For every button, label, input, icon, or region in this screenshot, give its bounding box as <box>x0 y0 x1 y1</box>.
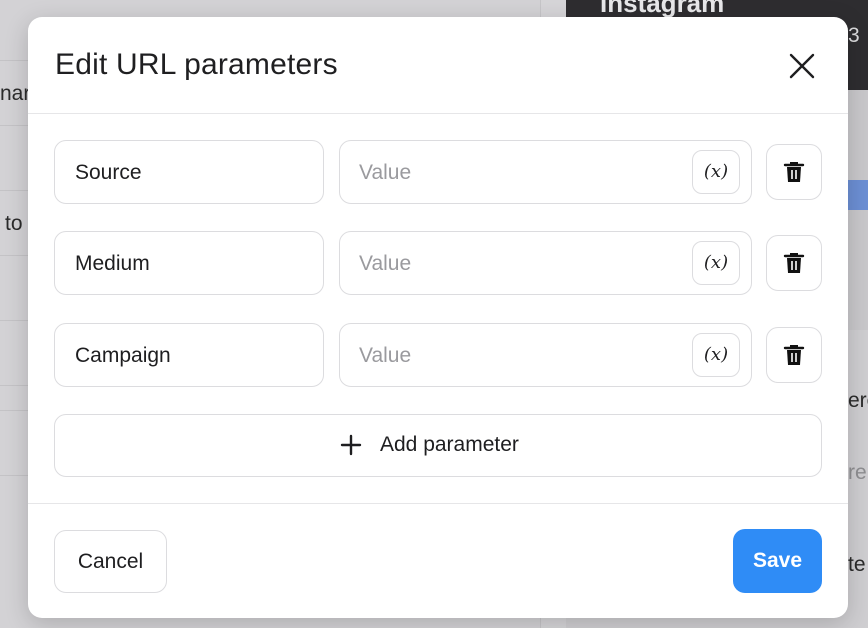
insert-variable-button[interactable]: (x) <box>692 150 740 194</box>
add-parameter-button[interactable]: Add parameter <box>54 414 822 477</box>
add-parameter-content: Add parameter <box>340 433 519 457</box>
edit-url-parameters-dialog: Edit URL parameters Source Value (x) Med… <box>28 17 848 618</box>
delete-parameter-button[interactable] <box>766 144 822 200</box>
parameter-value-input[interactable]: Value (x) <box>339 140 752 204</box>
parameter-name-input[interactable]: Source <box>54 140 324 204</box>
trash-icon <box>783 162 805 182</box>
background-preview-strip <box>846 90 868 330</box>
add-parameter-label: Add parameter <box>380 433 519 456</box>
background-text: re <box>848 461 867 484</box>
delete-parameter-button[interactable] <box>766 235 822 291</box>
save-button[interactable]: Save <box>733 529 822 593</box>
value-placeholder: Value <box>359 161 412 184</box>
value-placeholder: Value <box>359 344 412 367</box>
background-text: 3 <box>848 24 860 47</box>
insert-variable-button[interactable]: (x) <box>692 333 740 377</box>
cancel-button[interactable]: Cancel <box>54 530 167 593</box>
value-placeholder: Value <box>359 252 412 275</box>
delete-parameter-button[interactable] <box>766 327 822 383</box>
parameter-name-input[interactable]: Campaign <box>54 323 324 387</box>
background-text: ere <box>848 389 868 412</box>
background-text: te <box>848 553 866 576</box>
parameter-value-input[interactable]: Value (x) <box>339 323 752 387</box>
parameter-name-input[interactable]: Medium <box>54 231 324 295</box>
close-icon <box>789 53 815 79</box>
dialog-title: Edit URL parameters <box>55 48 338 81</box>
dialog-footer-divider <box>28 503 848 504</box>
parameter-row-campaign: Campaign Value (x) <box>54 323 824 389</box>
insert-variable-button[interactable]: (x) <box>692 241 740 285</box>
parameter-row-medium: Medium Value (x) <box>54 231 824 297</box>
dialog-header: Edit URL parameters <box>28 17 848 114</box>
background-text: nar <box>0 82 31 105</box>
background-text: to <box>5 212 23 235</box>
background-blue-block <box>846 180 868 210</box>
parameter-row-source: Source Value (x) <box>54 140 824 206</box>
trash-icon <box>783 345 805 365</box>
plus-icon <box>340 434 362 456</box>
trash-icon <box>783 253 805 273</box>
close-button[interactable] <box>784 48 820 84</box>
parameter-value-input[interactable]: Value (x) <box>339 231 752 295</box>
